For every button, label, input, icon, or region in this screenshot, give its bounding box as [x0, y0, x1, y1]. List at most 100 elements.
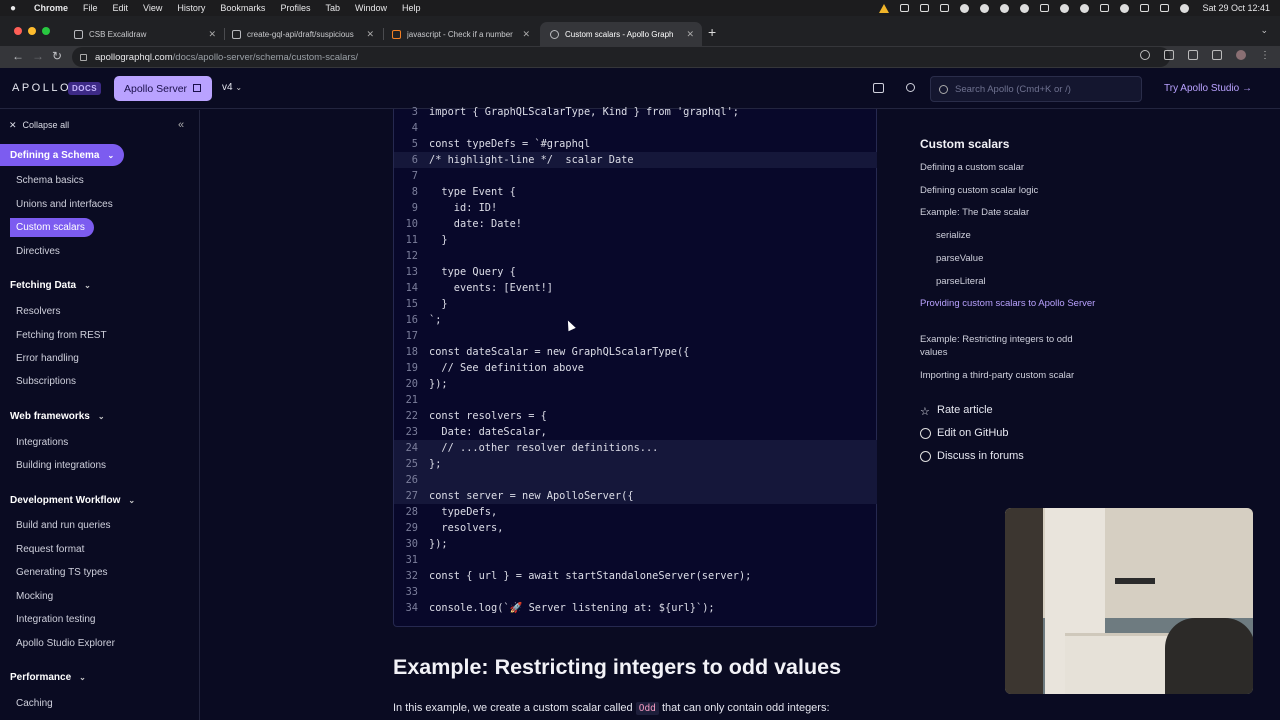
- back-icon[interactable]: ←: [12, 49, 24, 63]
- play-icon[interactable]: [1020, 3, 1030, 13]
- google-icon[interactable]: [1140, 50, 1150, 60]
- circle-icon[interactable]: [960, 3, 970, 13]
- toc-item-date-scalar[interactable]: Example: The Date scalar: [920, 206, 1100, 219]
- tab-custom-scalars[interactable]: Custom scalars - Apollo Graph ✕: [540, 22, 702, 46]
- rate-article-link[interactable]: ☆ Rate article: [920, 404, 993, 418]
- menu-edit[interactable]: Edit: [113, 3, 129, 13]
- sidebar-item-studio-explorer[interactable]: Apollo Studio Explorer: [16, 638, 115, 649]
- close-window-icon[interactable]: [14, 27, 22, 35]
- chevron-down-icon[interactable]: ⌄: [1260, 25, 1268, 36]
- sidebar-item-subscriptions[interactable]: Subscriptions: [16, 376, 76, 387]
- collapse-sidebar-icon[interactable]: «: [178, 119, 184, 131]
- sidebar-item-integrations[interactable]: Integrations: [16, 437, 68, 448]
- close-icon[interactable]: ✕: [366, 29, 374, 40]
- sidebar-item-directives[interactable]: Directives: [16, 246, 60, 257]
- settings-icon[interactable]: [1000, 3, 1010, 13]
- wifi-icon[interactable]: [1060, 3, 1070, 13]
- grid-icon[interactable]: [940, 4, 950, 12]
- sidebar-item-generating-ts-types[interactable]: Generating TS types: [16, 567, 108, 578]
- extension-icon[interactable]: [980, 3, 990, 13]
- screen-icon[interactable]: [920, 4, 930, 12]
- menu-tab[interactable]: Tab: [325, 3, 340, 13]
- maximize-window-icon[interactable]: [42, 27, 50, 35]
- toc-item-parsevalue[interactable]: parseValue: [936, 252, 1116, 265]
- lock-icon[interactable]: [80, 53, 87, 61]
- sidebar-section-performance[interactable]: Performance ⌄: [0, 666, 86, 688]
- sidebar-item-fetching-rest[interactable]: Fetching from REST: [16, 330, 107, 341]
- sidebar-item-integration-testing[interactable]: Integration testing: [16, 614, 96, 625]
- close-icon[interactable]: ✕: [522, 29, 530, 40]
- sidebar-section-defining-schema[interactable]: Defining a Schema ⌄: [0, 144, 124, 166]
- sidebar-item-caching[interactable]: Caching: [16, 698, 53, 709]
- tab-stackoverflow[interactable]: javascript - Check if a number ✕: [382, 22, 538, 46]
- warning-icon[interactable]: [879, 3, 890, 13]
- apollo-logo[interactable]: APOLLO: [12, 82, 71, 94]
- minimize-window-icon[interactable]: [28, 27, 36, 35]
- section-label: Performance: [10, 671, 72, 683]
- sidebar-section-development-workflow[interactable]: Development Workflow ⌄: [0, 489, 135, 511]
- bookmark-star-icon[interactable]: [1188, 50, 1198, 60]
- search-box[interactable]: [930, 76, 1142, 102]
- close-icon[interactable]: ✕: [208, 29, 216, 40]
- edit-github-link[interactable]: Edit on GitHub: [920, 427, 1009, 439]
- sidebar-item-schema-basics[interactable]: Schema basics: [16, 175, 84, 186]
- toc-item-defining-custom-scalar[interactable]: Defining a custom scalar: [920, 161, 1100, 174]
- menu-view[interactable]: View: [143, 3, 162, 13]
- volume-icon[interactable]: [1040, 4, 1050, 12]
- address-bar[interactable]: apollographql.com/docs/apollo-server/sch…: [72, 47, 1170, 67]
- theme-sun-icon[interactable]: [906, 83, 915, 92]
- forward-icon[interactable]: →: [32, 49, 44, 63]
- menu-bookmarks[interactable]: Bookmarks: [220, 3, 265, 13]
- code-block[interactable]: 3 import { GraphQLScalarType, Kind } from…: [393, 106, 877, 627]
- code-text: resolvers,: [429, 522, 504, 534]
- toc-item-scalar-logic[interactable]: Defining custom scalar logic: [920, 184, 1100, 197]
- more-icon[interactable]: ⋮: [1260, 50, 1270, 61]
- toc-item-providing-scalars[interactable]: Providing custom scalars to Apollo Serve…: [920, 297, 1100, 310]
- close-icon[interactable]: ✕: [686, 29, 694, 40]
- version-select[interactable]: v4 ⌄: [222, 82, 242, 93]
- menu-file[interactable]: File: [83, 3, 98, 13]
- search-icon[interactable]: [1120, 3, 1130, 13]
- sidebar-item-resolvers[interactable]: Resolvers: [16, 306, 60, 317]
- profile-avatar[interactable]: [1236, 50, 1246, 60]
- sidebar-item-error-handling[interactable]: Error handling: [16, 353, 79, 364]
- reload-icon[interactable]: ↻: [52, 49, 62, 63]
- tab-create-gql-api[interactable]: create-gql-api/draft/suspicious ✕: [222, 22, 382, 46]
- menu-clock[interactable]: Sat 29 Oct 12:41: [1202, 3, 1270, 13]
- menu-window[interactable]: Window: [355, 3, 387, 13]
- share-icon[interactable]: [1164, 50, 1174, 60]
- bluetooth-icon[interactable]: [1080, 3, 1090, 13]
- sidebar-item-request-format[interactable]: Request format: [16, 544, 84, 555]
- sidebar-item-building-integrations[interactable]: Building integrations: [16, 460, 106, 471]
- menu-profiles[interactable]: Profiles: [280, 3, 310, 13]
- apple-icon[interactable]: ●: [10, 3, 22, 14]
- menu-app-name[interactable]: Chrome: [34, 3, 68, 13]
- new-tab-icon[interactable]: +: [708, 24, 716, 40]
- sidebar-section-web-frameworks[interactable]: Web frameworks ⌄: [0, 405, 105, 427]
- toggle-layout-icon[interactable]: [873, 83, 884, 93]
- product-switcher-button[interactable]: Apollo Server: [114, 76, 212, 101]
- sidebar-item-unions-interfaces[interactable]: Unions and interfaces: [16, 199, 113, 210]
- toc-item-odd-values[interactable]: Example: Restricting integers to odd val…: [920, 333, 1100, 359]
- try-studio-link[interactable]: Try Apollo Studio →: [1164, 83, 1252, 94]
- search-input[interactable]: [955, 83, 1135, 95]
- user-icon[interactable]: [1180, 3, 1190, 13]
- sidebar-icon[interactable]: [1212, 50, 1222, 60]
- display-icon[interactable]: [1160, 4, 1170, 12]
- sidebar-item-custom-scalars[interactable]: Custom scalars: [10, 218, 94, 237]
- collapse-all-button[interactable]: ✕ Collapse all: [9, 120, 69, 131]
- tab-excalidraw[interactable]: CSB Excalidraw ✕: [64, 22, 224, 46]
- discuss-forums-link[interactable]: Discuss in forums: [920, 450, 1024, 462]
- toc-item-parseliteral[interactable]: parseLiteral: [936, 275, 1116, 288]
- menu-history[interactable]: History: [177, 3, 205, 13]
- sidebar-item-build-run-queries[interactable]: Build and run queries: [16, 520, 111, 531]
- control-center-icon[interactable]: [1140, 4, 1150, 12]
- toc-item-third-party[interactable]: Importing a third-party custom scalar: [920, 369, 1100, 382]
- record-icon[interactable]: [900, 4, 910, 12]
- docs-badge[interactable]: DOCS: [68, 82, 102, 95]
- battery-icon[interactable]: [1100, 4, 1110, 12]
- menu-help[interactable]: Help: [402, 3, 421, 13]
- toc-item-serialize[interactable]: serialize: [936, 229, 1116, 242]
- sidebar-item-mocking[interactable]: Mocking: [16, 591, 53, 602]
- sidebar-section-fetching-data[interactable]: Fetching Data ⌄: [0, 274, 91, 296]
